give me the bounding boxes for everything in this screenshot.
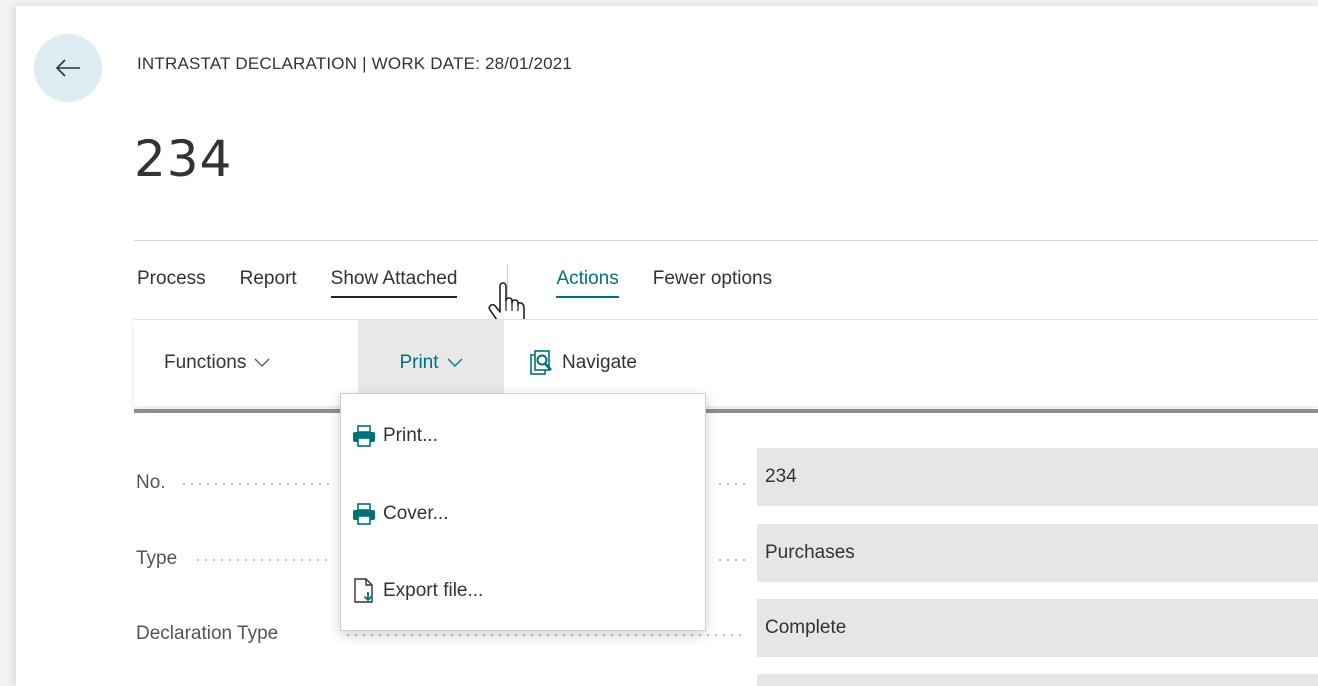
- field-leader-dots: [194, 559, 330, 561]
- field-value-next: [757, 674, 1318, 686]
- action-bar-underline: [134, 409, 1318, 413]
- tab-show-attached[interactable]: Show Attached: [330, 268, 458, 298]
- export-file-icon: [351, 578, 377, 603]
- functions-menu-button[interactable]: Functions: [164, 320, 270, 406]
- field-value-no[interactable]: 234: [757, 448, 1318, 506]
- page-title: 234: [134, 130, 233, 188]
- field-leader-dots: [180, 483, 330, 485]
- field-leader-dots: [716, 483, 746, 485]
- chevron-down-icon: [447, 358, 462, 367]
- tab-actions[interactable]: Actions: [556, 268, 619, 298]
- field-value-declaration-type[interactable]: Complete: [757, 599, 1318, 657]
- menu-item-export-file[interactable]: Export file...: [351, 571, 483, 611]
- action-bar: Functions Print Navigate: [134, 319, 1318, 406]
- field-label-no: No.: [136, 472, 166, 493]
- chevron-down-icon: [254, 358, 270, 367]
- intrastat-page: INTRASTAT DECLARATION | WORK DATE: 28/01…: [16, 6, 1318, 686]
- menu-item-label: Cover...: [383, 503, 449, 524]
- functions-label: Functions: [164, 352, 247, 373]
- tab-fewer-options[interactable]: Fewer options: [653, 268, 772, 296]
- menu-item-label: Export file...: [383, 580, 484, 601]
- menu-item-print[interactable]: Print...: [351, 416, 438, 456]
- arrow-left-icon: [55, 59, 80, 77]
- printer-icon: [351, 424, 377, 448]
- page-caption: INTRASTAT DECLARATION | WORK DATE: 28/01…: [137, 54, 573, 73]
- field-label-type: Type: [136, 548, 178, 569]
- tab-process[interactable]: Process: [137, 268, 206, 296]
- navigate-label: Navigate: [562, 352, 637, 373]
- tab-report[interactable]: Report: [240, 268, 297, 296]
- printer-icon: [351, 502, 377, 526]
- menu-item-label: Print...: [383, 425, 438, 446]
- field-leader-dots: [344, 634, 746, 636]
- print-label: Print: [399, 352, 439, 373]
- menu-item-cover[interactable]: Cover...: [351, 494, 448, 534]
- print-dropdown-menu: Print... Cover... Export file...: [340, 393, 706, 631]
- field-label-declaration-type: Declaration Type: [136, 623, 279, 644]
- field-leader-dots: [716, 559, 746, 561]
- field-value-type[interactable]: Purchases: [757, 524, 1318, 582]
- action-tab-bar: Process Report Show Attached Actions Few…: [137, 264, 806, 304]
- back-button[interactable]: [34, 34, 102, 102]
- header-divider: [134, 240, 1318, 241]
- navigate-icon: [530, 350, 552, 375]
